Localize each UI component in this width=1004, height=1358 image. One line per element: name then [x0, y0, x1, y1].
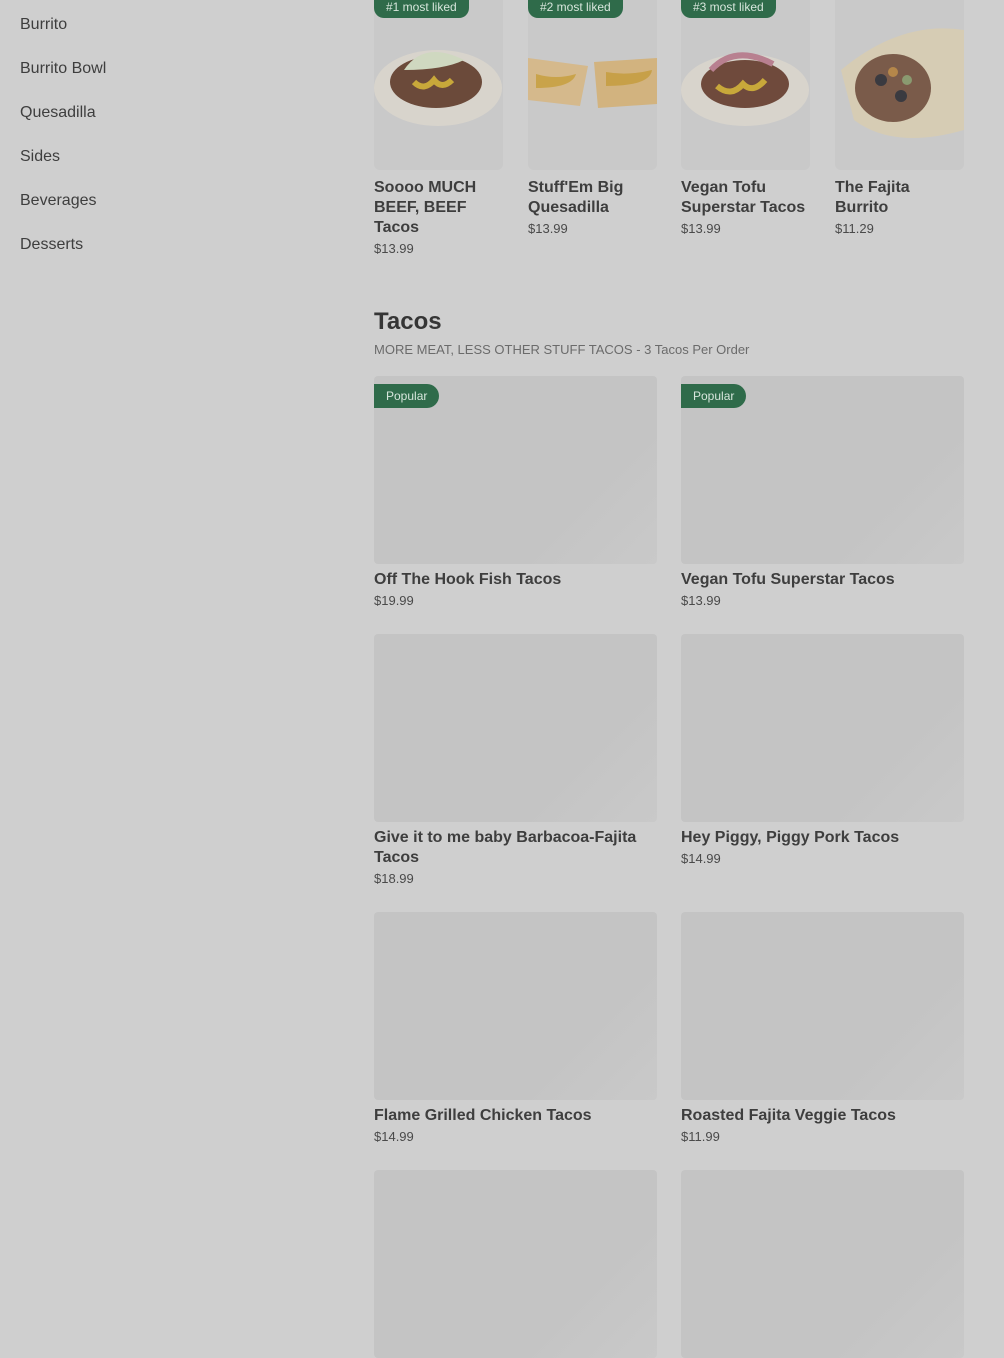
- item-name: Roasted Fajita Veggie Tacos: [681, 1107, 896, 1124]
- most-liked-badge: #1 most liked: [374, 0, 469, 18]
- most-liked-card[interactable]: The Fajita Burrito $11.29: [835, 0, 964, 236]
- most-liked-card[interactable]: #2 most liked Stuff'Em Big Quesadilla $1…: [528, 0, 657, 236]
- most-liked-badge: #3 most liked: [681, 0, 776, 18]
- sidebar-item-beverages[interactable]: Beverages: [20, 190, 320, 234]
- item-price: $11.99: [681, 1129, 720, 1144]
- item-name: Flame Grilled Chicken Tacos: [374, 1107, 592, 1124]
- item-image: Popular: [681, 376, 964, 564]
- beef-tacos-image: #1 most liked: [374, 0, 503, 170]
- category-sidebar: Burrito Burrito Bowl Quesadilla Sides Be…: [20, 14, 320, 278]
- item-name: Hey Piggy, Piggy Pork Tacos: [681, 829, 900, 846]
- fajita-burrito-image: [835, 0, 964, 170]
- sidebar-item-burrito[interactable]: Burrito: [20, 14, 320, 58]
- most-liked-carousel: #1 most liked Soooo MUCH BEEF, BEEF Taco…: [374, 0, 964, 270]
- sidebar-item-burrito-bowl[interactable]: Burrito Bowl: [20, 58, 320, 102]
- item-price: $18.99: [374, 871, 414, 886]
- sidebar-item-sides[interactable]: Sides: [20, 146, 320, 190]
- item-image: [681, 1170, 964, 1358]
- menu-item-card[interactable]: Flame Grilled Chicken Tacos $14.99: [374, 912, 657, 1144]
- item-price: $14.99: [374, 1129, 414, 1144]
- item-price: $13.99: [374, 241, 414, 256]
- taco-illustration: [681, 52, 809, 126]
- item-image: Popular: [374, 376, 657, 564]
- popular-badge: Popular: [374, 384, 440, 408]
- popular-badge: Popular: [681, 384, 747, 408]
- item-price: $11.29: [835, 221, 874, 236]
- burrito-illustration: [841, 28, 964, 138]
- item-price: $19.99: [374, 593, 414, 608]
- menu-item-card[interactable]: [681, 1170, 964, 1358]
- item-image: [374, 634, 657, 822]
- item-name: Soooo MUCH BEEF, BEEF Tacos: [374, 179, 477, 236]
- item-price: $14.99: [681, 851, 721, 866]
- item-name: Stuff'Em Big Quesadilla: [528, 179, 624, 216]
- item-name: Vegan Tofu Superstar Tacos: [681, 179, 806, 216]
- menu-item-card[interactable]: Hey Piggy, Piggy Pork Tacos $14.99: [681, 634, 964, 866]
- most-liked-card[interactable]: #1 most liked Soooo MUCH BEEF, BEEF Taco…: [374, 0, 503, 256]
- most-liked-badge: #2 most liked: [528, 0, 623, 18]
- tofu-tacos-image: #3 most liked: [681, 0, 810, 170]
- menu-item-card[interactable]: Popular Vegan Tofu Superstar Tacos $13.9…: [681, 376, 964, 608]
- taco-illustration: [374, 50, 502, 126]
- section-subtitle: MORE MEAT, LESS OTHER STUFF TACOS - 3 Ta…: [374, 342, 750, 357]
- most-liked-card[interactable]: #3 most liked Vegan Tofu Superstar Tacos…: [681, 0, 810, 236]
- item-name: Off The Hook Fish Tacos: [374, 571, 562, 588]
- menu-item-card[interactable]: [374, 1170, 657, 1358]
- menu-item-card[interactable]: Roasted Fajita Veggie Tacos $11.99: [681, 912, 964, 1144]
- item-image: [374, 912, 657, 1100]
- item-name: The Fajita Burrito: [835, 179, 910, 216]
- menu-item-card[interactable]: Give it to me baby Barbacoa-Fajita Tacos…: [374, 634, 657, 886]
- item-price: $13.99: [681, 221, 721, 236]
- quesadilla-image: #2 most liked: [528, 0, 657, 170]
- quesadilla-illustration: [528, 58, 657, 108]
- section-title: Tacos: [374, 308, 442, 335]
- menu-item-card[interactable]: Popular Off The Hook Fish Tacos $19.99: [374, 376, 657, 608]
- item-image: [681, 634, 964, 822]
- item-name: Vegan Tofu Superstar Tacos: [681, 571, 895, 588]
- sidebar-item-desserts[interactable]: Desserts: [20, 234, 320, 278]
- sidebar-item-quesadilla[interactable]: Quesadilla: [20, 102, 320, 146]
- item-image: [681, 912, 964, 1100]
- item-price: $13.99: [528, 221, 568, 236]
- item-image: [374, 1170, 657, 1358]
- item-name: Give it to me baby Barbacoa-Fajita Tacos: [374, 829, 637, 866]
- item-price: $13.99: [681, 593, 721, 608]
